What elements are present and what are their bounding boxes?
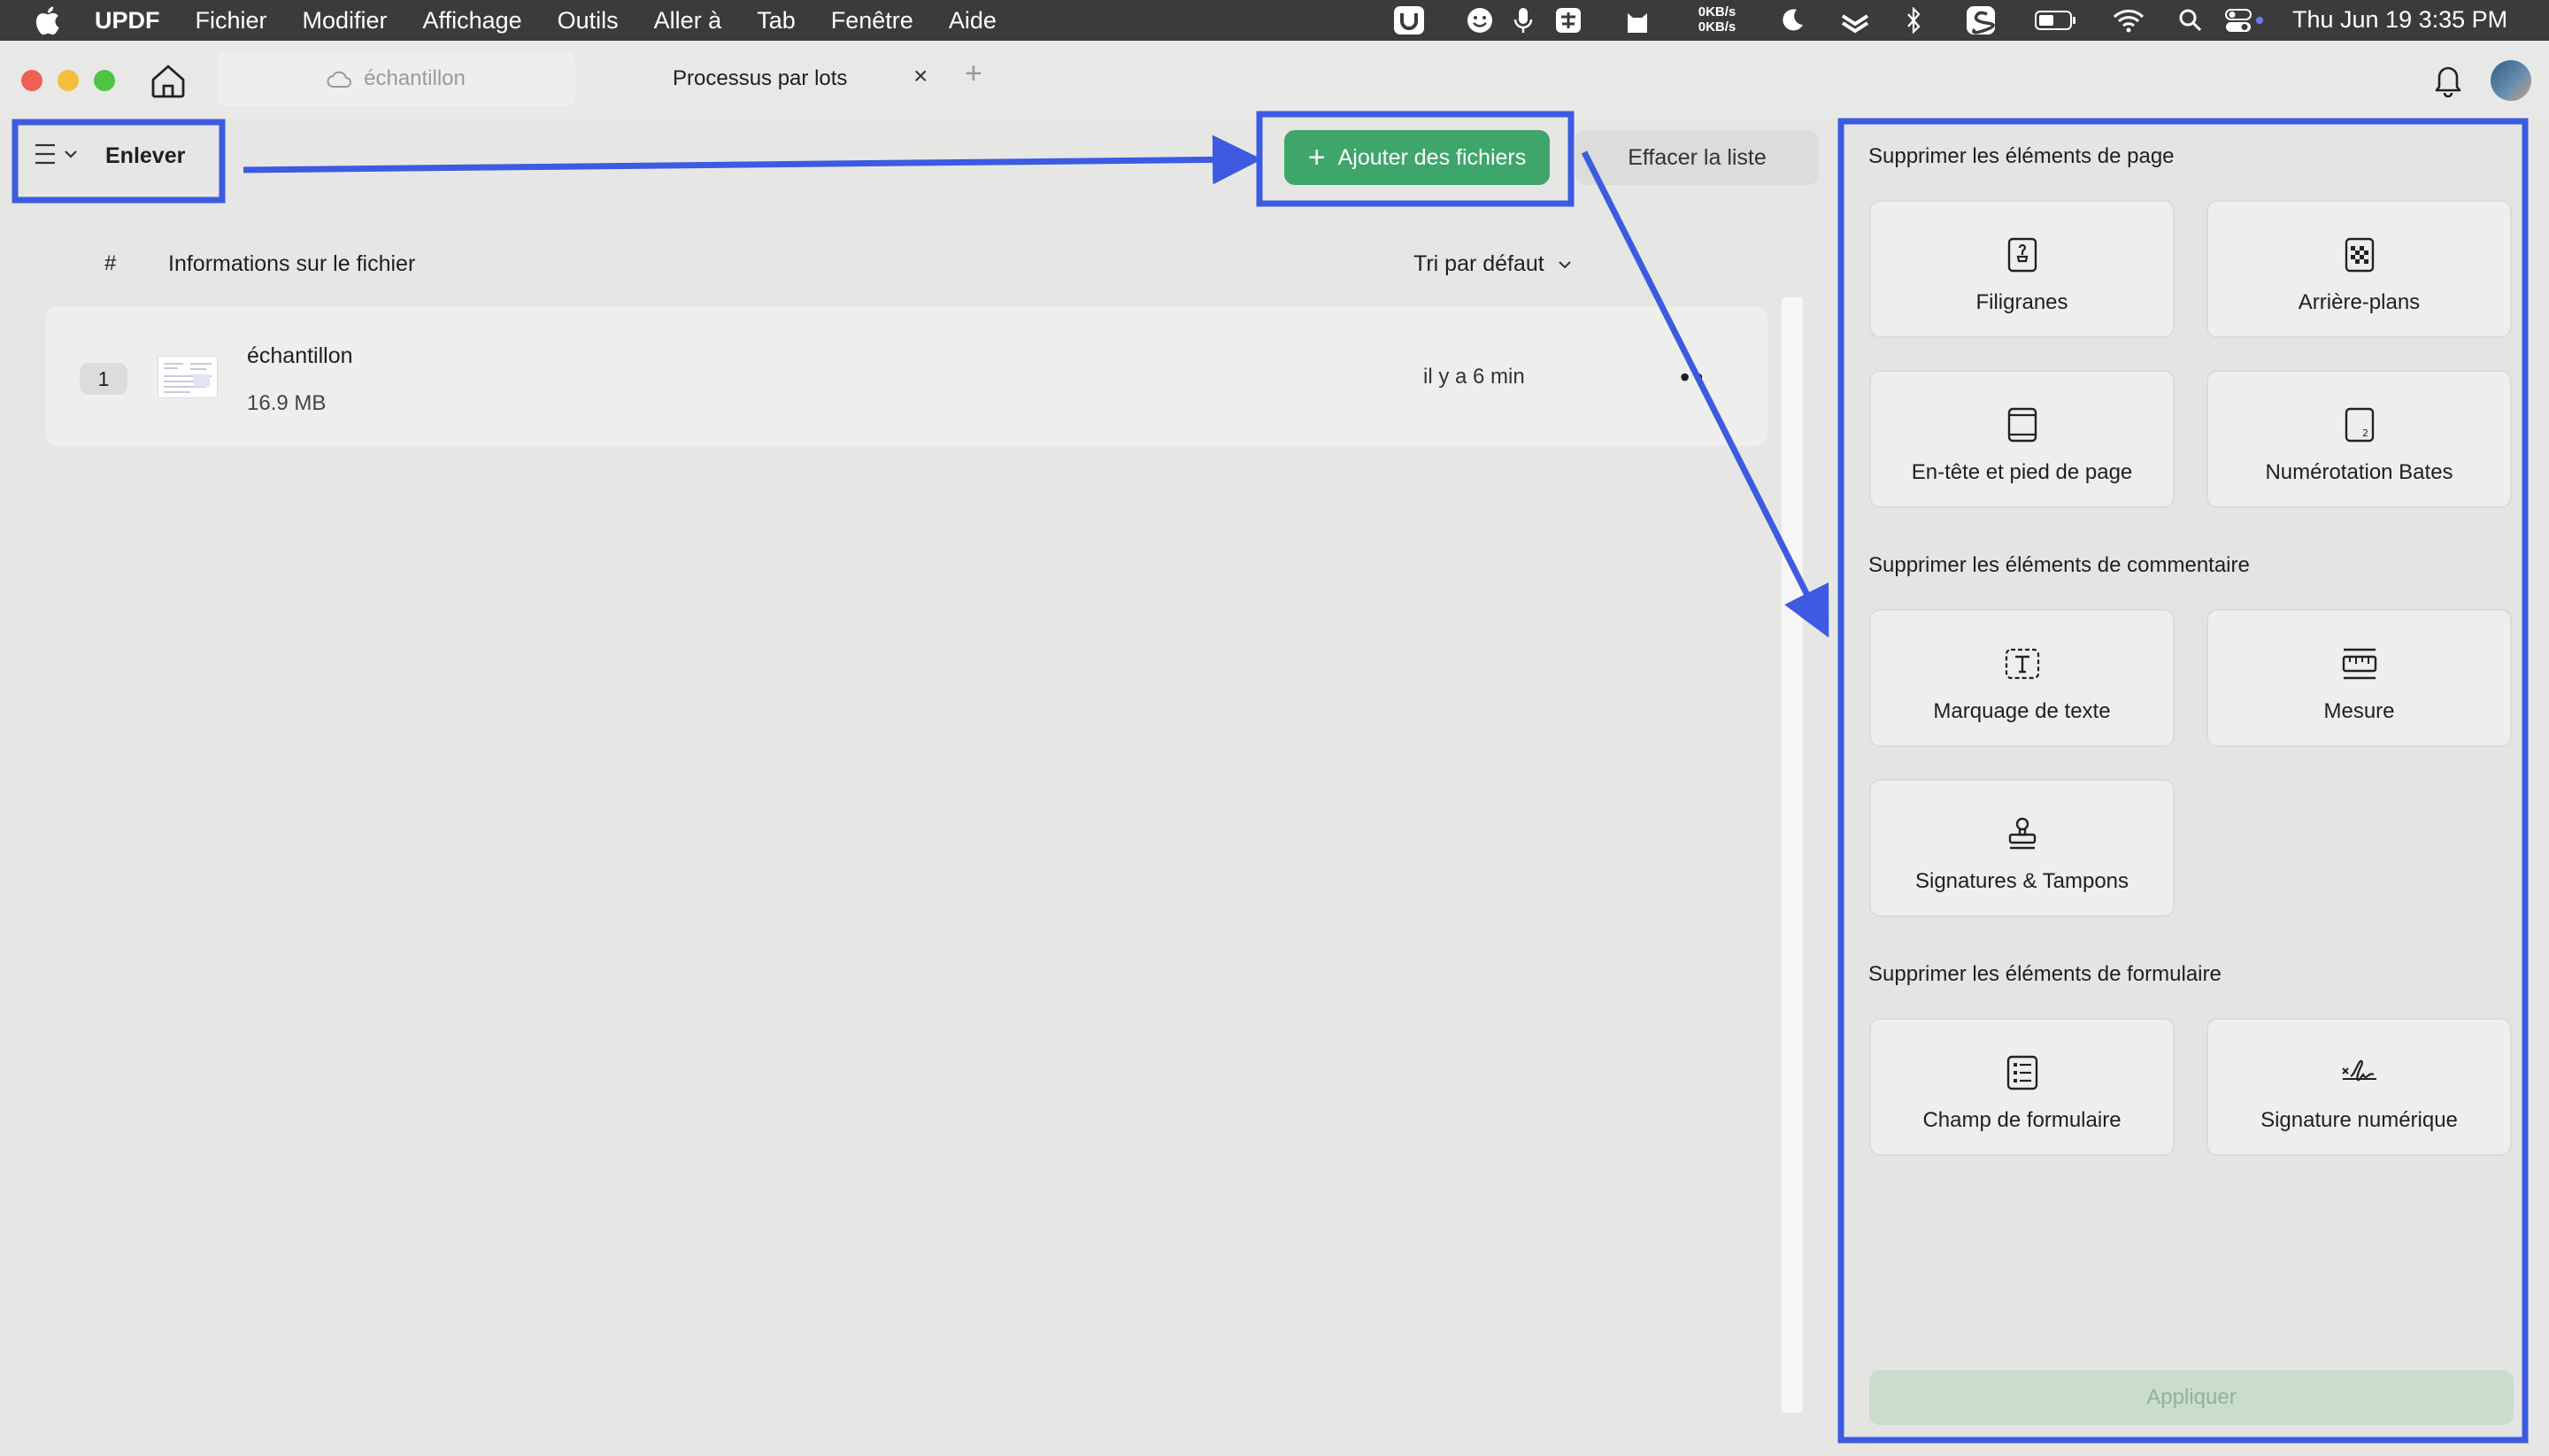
spotlight-search-icon[interactable]: [2177, 5, 2204, 35]
home-icon[interactable]: [149, 62, 188, 99]
menu-app-name[interactable]: UPDF: [95, 7, 160, 35]
section-title-form: Supprimer les éléments de formulaire: [1868, 962, 2222, 986]
option-label: En-tête et pied de page: [1911, 460, 2133, 484]
chevron-down-icon: [65, 150, 77, 158]
sort-dropdown[interactable]: Tri par défaut: [1413, 251, 1573, 277]
option-en-tete-pied[interactable]: En-tête et pied de page: [1869, 370, 2175, 508]
close-window-button[interactable]: [21, 70, 42, 91]
emoji-icon[interactable]: [1465, 5, 1495, 35]
input-source-icon[interactable]: [1553, 5, 1583, 35]
net-up-text: 0KB/s: [1698, 4, 1737, 19]
battery-icon[interactable]: [2034, 5, 2078, 35]
sort-label: Tri par défaut: [1413, 251, 1544, 276]
menu-fenetre[interactable]: Fenêtre: [831, 7, 913, 35]
option-signature-numerique[interactable]: Signature numérique: [2206, 1018, 2512, 1156]
column-index-header: #: [104, 251, 117, 275]
file-thumbnail: [158, 356, 218, 398]
bates-numbering-icon: 2: [2345, 407, 2374, 443]
form-field-icon: [2006, 1055, 2037, 1090]
tab-processus-label: Processus par lots: [673, 66, 848, 90]
header-footer-icon: [2007, 407, 2037, 443]
menu-aide[interactable]: Aide: [949, 7, 997, 35]
add-files-button[interactable]: + Ajouter des fichiers: [1284, 130, 1550, 185]
zoom-window-button[interactable]: [94, 70, 115, 91]
stamp-icon: [2008, 817, 2036, 850]
hamburger-icon: [35, 143, 55, 165]
chevron-down-icon: [1559, 260, 1571, 268]
menubar-clock[interactable]: Thu Jun 19 3:35 PM: [2292, 6, 2507, 34]
more-options-icon[interactable]: ••: [1680, 361, 1706, 394]
control-center-icon[interactable]: [2223, 5, 2268, 35]
measure-icon: [2342, 648, 2376, 680]
bluetooth-icon[interactable]: [1903, 5, 1924, 35]
close-tab-icon[interactable]: ×: [913, 62, 928, 90]
option-label: Signature numérique: [2260, 1108, 2458, 1132]
file-index-badge: 1: [80, 363, 127, 395]
option-mesure[interactable]: Mesure: [2206, 609, 2512, 747]
background-icon: [2345, 237, 2374, 273]
add-files-label: Ajouter des fichiers: [1337, 144, 1527, 170]
file-name: échantillon: [247, 343, 353, 368]
list-scrollbar[interactable]: [1782, 297, 1803, 1413]
download-app-icon[interactable]: [1837, 5, 1873, 35]
text-markup-icon: [2005, 648, 2039, 680]
file-row[interactable]: 1 échantillon 16.9 MB il y a 6 min ••: [46, 306, 1767, 446]
night-mode-icon[interactable]: [1777, 5, 1807, 35]
minimize-window-button[interactable]: [58, 70, 79, 91]
section-title-comment: Supprimer les éléments de commentaire: [1868, 553, 2250, 577]
watermark-icon: [2007, 237, 2037, 273]
apple-icon[interactable]: [34, 5, 60, 35]
option-label: Filigranes: [1975, 290, 2068, 314]
clear-list-button[interactable]: Effacer la liste: [1575, 130, 1819, 185]
updf-status-icon[interactable]: [1392, 5, 1426, 35]
file-time: il y a 6 min: [1423, 365, 1525, 389]
network-speed: 0KB/s 0KB/s: [1690, 4, 1744, 35]
option-label: Numérotation Bates: [2265, 460, 2453, 484]
section-title-page: Supprimer les éléments de page: [1868, 144, 2175, 168]
net-down-text: 0KB/s: [1698, 19, 1737, 35]
mode-label: Enlever: [105, 143, 186, 168]
option-marquage-texte[interactable]: Marquage de texte: [1869, 609, 2175, 747]
cloud-icon: [327, 71, 352, 88]
menu-affichage[interactable]: Affichage: [423, 7, 522, 35]
option-label: Signatures & Tampons: [1914, 869, 2129, 893]
menu-tab[interactable]: Tab: [757, 7, 796, 35]
digital-signature-icon: [2341, 1059, 2376, 1082]
tab-processus-par-lots[interactable]: Processus par lots ×: [602, 51, 956, 106]
option-label: Mesure: [2323, 699, 2395, 723]
option-signatures-tampons[interactable]: Signatures & Tampons: [1869, 779, 2175, 917]
svg-text:2: 2: [2362, 428, 2368, 439]
option-numerotation-bates[interactable]: 2 Numérotation Bates: [2206, 370, 2512, 508]
option-label: Arrière-plans: [2298, 290, 2421, 314]
column-info-header: Informations sur le fichier: [168, 251, 416, 276]
option-label: Marquage de texte: [1933, 699, 2111, 723]
option-arriere-plans[interactable]: Arrière-plans: [2206, 200, 2512, 338]
sketch-app-icon[interactable]: [1965, 5, 1997, 35]
option-label: Champ de formulaire: [1922, 1108, 2122, 1132]
menu-fichier[interactable]: Fichier: [196, 7, 267, 35]
new-tab-button[interactable]: +: [965, 57, 982, 91]
macos-menu-bar: UPDF Fichier Modifier Affichage Outils A…: [0, 0, 2549, 41]
tab-echantillon[interactable]: échantillon: [217, 51, 575, 106]
notification-bell-icon[interactable]: [2432, 62, 2464, 97]
apply-button[interactable]: Appliquer: [1869, 1370, 2514, 1425]
option-champ-formulaire[interactable]: Champ de formulaire: [1869, 1018, 2175, 1156]
app-menus: UPDF Fichier Modifier Affichage Outils A…: [95, 0, 1032, 41]
menu-modifier[interactable]: Modifier: [303, 7, 388, 35]
user-avatar[interactable]: [2491, 60, 2531, 101]
menu-aller[interactable]: Aller à: [654, 7, 722, 35]
file-size: 16.9 MB: [247, 391, 327, 415]
annotation-arrow-to-add: [243, 135, 1262, 185]
option-filigranes[interactable]: Filigranes: [1869, 200, 2175, 338]
menu-outils[interactable]: Outils: [558, 7, 619, 35]
tab-echantillon-label: échantillon: [364, 66, 466, 90]
microphone-icon[interactable]: [1510, 5, 1536, 35]
mode-menu-toggle[interactable]: [34, 142, 80, 166]
wifi-icon[interactable]: [2111, 5, 2146, 35]
cat-app-icon[interactable]: [1622, 5, 1652, 35]
plus-icon: +: [1307, 140, 1326, 174]
